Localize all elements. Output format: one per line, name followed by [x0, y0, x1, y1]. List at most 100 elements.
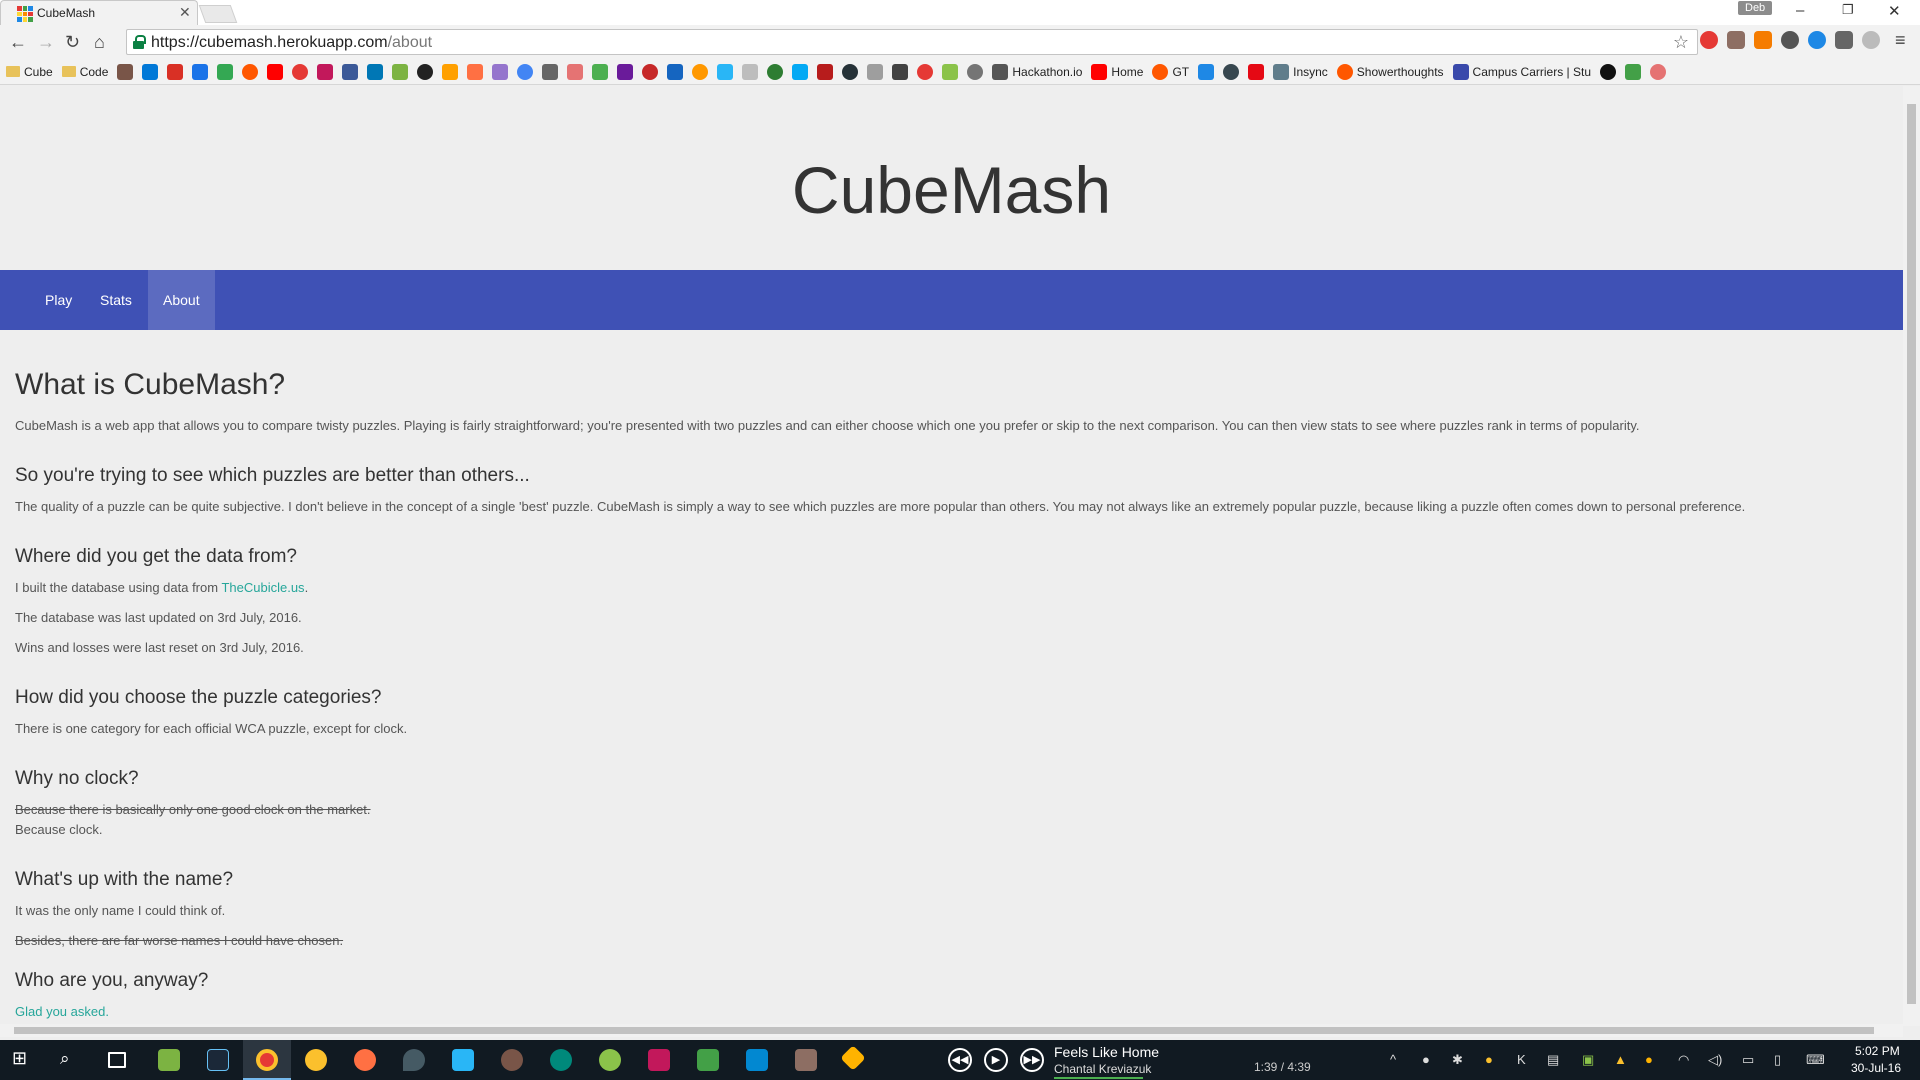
address-bar[interactable]: https://cubemash.herokuapp.com/about ☆: [126, 29, 1698, 55]
search-icon[interactable]: ⌕: [60, 1049, 82, 1071]
tray-app-icon[interactable]: ●: [1485, 1052, 1493, 1067]
app-icon[interactable]: [795, 1049, 817, 1071]
next-track-icon[interactable]: ▶▶: [1020, 1048, 1044, 1072]
bookmark-icon[interactable]: [292, 63, 309, 80]
home-icon[interactable]: ⌂: [94, 32, 105, 53]
speed-icon[interactable]: [967, 63, 984, 80]
bookmark-icon[interactable]: [642, 63, 659, 80]
glad-you-asked-link[interactable]: Glad you asked.: [15, 1004, 109, 1019]
nav-play[interactable]: Play: [30, 270, 87, 330]
slack-icon[interactable]: [617, 63, 634, 80]
clock-date[interactable]: 30-Jul-16: [1851, 1061, 1901, 1075]
bookmark-folder-code[interactable]: Code: [61, 65, 108, 79]
nav-about[interactable]: About: [148, 270, 215, 330]
battery-icon[interactable]: ▭: [1742, 1052, 1754, 1068]
app-icon[interactable]: [305, 1049, 327, 1071]
bookmark-campus-carriers[interactable]: Campus Carriers | Stu: [1452, 63, 1591, 80]
task-view-icon[interactable]: [108, 1052, 126, 1068]
bookmark-icon[interactable]: [692, 63, 709, 80]
rss-extension-icon[interactable]: [1754, 31, 1772, 49]
github-icon[interactable]: [417, 63, 434, 80]
drop-tray-icon[interactable]: ●: [1422, 1052, 1430, 1067]
bookmark-icon[interactable]: [667, 63, 684, 80]
bookmark-icon[interactable]: [767, 63, 784, 80]
keyboard-icon[interactable]: ⌨: [1806, 1052, 1825, 1068]
back-icon[interactable]: ←: [9, 32, 27, 53]
extension-icon[interactable]: [1727, 31, 1745, 49]
calendar-icon[interactable]: [192, 63, 209, 80]
horizontal-scrollbar[interactable]: [0, 1024, 1903, 1037]
clock-time[interactable]: 5:02 PM: [1855, 1044, 1900, 1058]
bookmark-icon[interactable]: [117, 63, 134, 80]
bookmark-icon[interactable]: [492, 63, 509, 80]
bookmark-icon[interactable]: [842, 63, 859, 80]
linkedin-icon[interactable]: [367, 63, 384, 80]
app-icon[interactable]: [501, 1049, 523, 1071]
new-tab-button[interactable]: [198, 5, 238, 23]
bookmark-icon[interactable]: [1625, 63, 1642, 80]
bookmark-icon[interactable]: [742, 63, 759, 80]
drop-icon[interactable]: [403, 1049, 425, 1071]
google-drive-icon[interactable]: ▲: [1614, 1052, 1627, 1067]
gmail-icon[interactable]: [167, 63, 184, 80]
profile-badge[interactable]: Deb: [1738, 1, 1773, 15]
nav-stats[interactable]: Stats: [85, 270, 147, 330]
bookmark-insync[interactable]: Insync: [1273, 63, 1328, 80]
bookmark-icon[interactable]: [567, 63, 584, 80]
bookmark-icon[interactable]: [942, 63, 959, 80]
apps-grid-icon[interactable]: [1835, 31, 1853, 49]
tray-app-icon[interactable]: K: [1517, 1052, 1526, 1067]
extension-icon[interactable]: [1781, 31, 1799, 49]
previous-track-icon[interactable]: ◀◀: [948, 1048, 972, 1072]
reddit-icon[interactable]: [242, 63, 259, 80]
extension-icon[interactable]: [1808, 31, 1826, 49]
bookmark-icon[interactable]: [1650, 63, 1667, 80]
bookmark-hackathon[interactable]: Hackathon.io: [992, 63, 1082, 80]
notifications-icon[interactable]: ▯: [1774, 1052, 1781, 1068]
tray-app-icon[interactable]: ▤: [1547, 1052, 1559, 1068]
bookmark-icon[interactable]: [892, 63, 909, 80]
bookmark-home[interactable]: Home: [1091, 63, 1143, 80]
volume-icon[interactable]: ◁): [1708, 1052, 1722, 1068]
youtube-icon[interactable]: [267, 63, 284, 80]
vertical-scrollbar[interactable]: [1903, 86, 1920, 1026]
steam-icon[interactable]: [207, 1049, 229, 1071]
app-icon[interactable]: [840, 1045, 866, 1071]
tray-app-icon[interactable]: ▣: [1582, 1052, 1594, 1068]
webstorm-icon[interactable]: [746, 1049, 768, 1071]
bookmark-icon[interactable]: [867, 63, 884, 80]
bookmark-folder-cube[interactable]: Cube: [6, 65, 53, 79]
tray-app-icon[interactable]: ●: [1645, 1052, 1653, 1067]
app-icon[interactable]: [550, 1049, 572, 1071]
outlook-icon[interactable]: [142, 63, 159, 80]
bookmark-icon[interactable]: [592, 63, 609, 80]
tomato-icon[interactable]: [917, 63, 934, 80]
bookmark-icon[interactable]: [467, 63, 484, 80]
scrollbar-thumb[interactable]: [1907, 104, 1916, 1004]
bookmark-showerthoughts[interactable]: Showerthoughts: [1336, 63, 1444, 80]
bookmark-icon[interactable]: [1223, 63, 1240, 80]
bookmark-star-icon[interactable]: ☆: [1673, 32, 1689, 53]
browser-tab[interactable]: CubeMash ✕: [0, 0, 198, 25]
google-icon[interactable]: [517, 63, 534, 80]
forward-icon[interactable]: →: [37, 32, 55, 53]
wifi-icon[interactable]: ◠: [1678, 1052, 1689, 1068]
tab-close-icon[interactable]: ✕: [179, 4, 191, 21]
play-icon[interactable]: ▶: [984, 1048, 1008, 1072]
bookmark-icon[interactable]: [817, 63, 834, 80]
bookmark-gt[interactable]: GT: [1152, 63, 1189, 80]
tray-expand-icon[interactable]: ^: [1390, 1052, 1396, 1067]
opera-extension-icon[interactable]: [1700, 31, 1718, 49]
intellij-icon[interactable]: [648, 1049, 670, 1071]
windows-start-icon[interactable]: ⊞: [12, 1048, 32, 1068]
facebook-icon[interactable]: [342, 63, 359, 80]
bookmark-icon[interactable]: [717, 63, 734, 80]
firebase-icon[interactable]: [442, 63, 459, 80]
bookmark-icon[interactable]: [317, 63, 334, 80]
minimize-icon[interactable]: –: [1796, 2, 1804, 19]
reload-icon[interactable]: ↻: [65, 32, 80, 53]
window-close-icon[interactable]: ✕: [1888, 2, 1901, 20]
bookmark-icon[interactable]: [1600, 63, 1617, 80]
android-studio-icon[interactable]: [599, 1049, 621, 1071]
firefox-icon[interactable]: [354, 1049, 376, 1071]
